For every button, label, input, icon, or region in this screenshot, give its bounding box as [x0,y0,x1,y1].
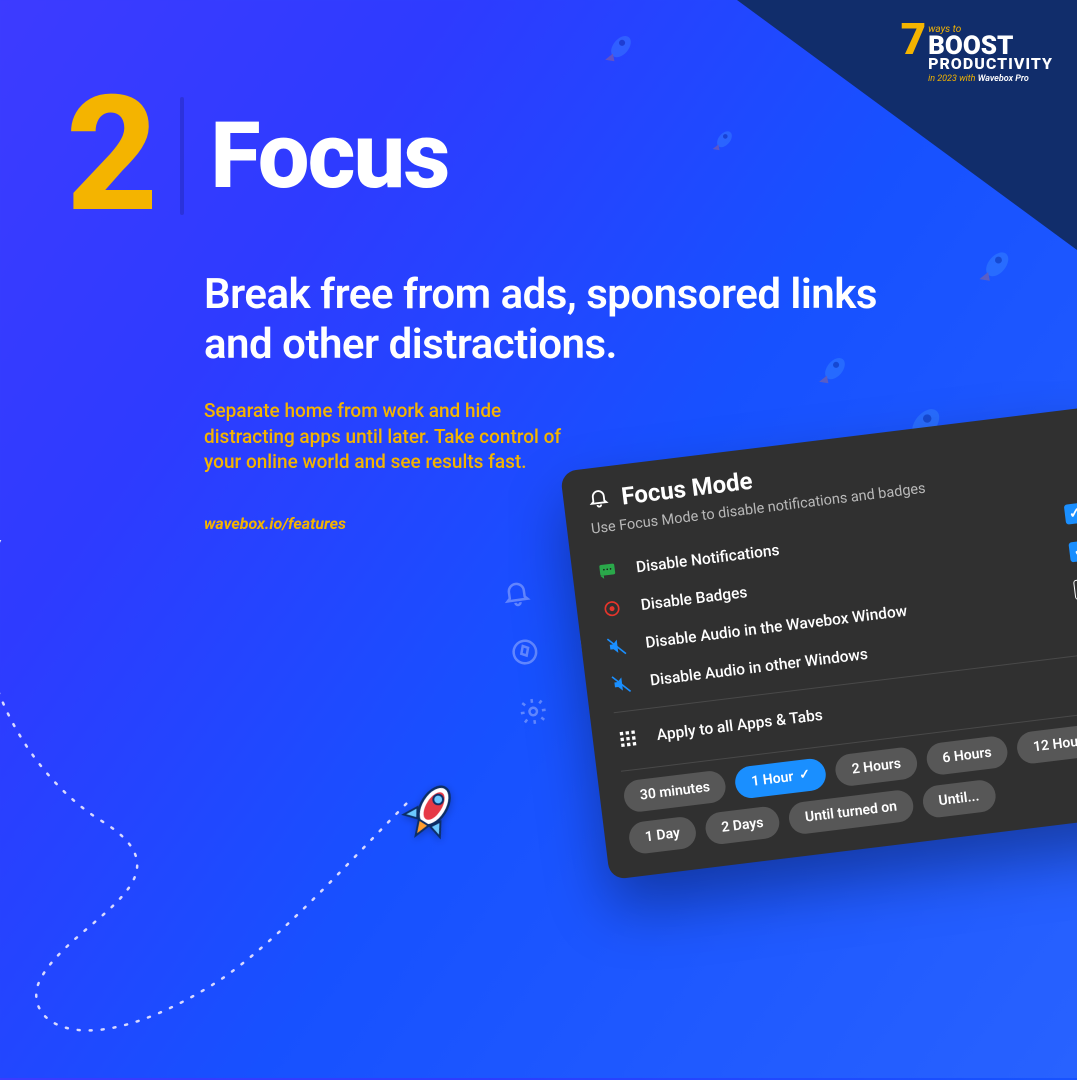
duration-chip[interactable]: 1 Day [627,815,697,855]
duration-chip[interactable]: 12 Hours [1015,722,1077,765]
duration-chip[interactable]: Until... [921,778,997,819]
page-description: Separate home from work and hide distrac… [204,398,574,475]
step-number: 2 [66,88,152,224]
target-icon [600,596,625,621]
header-divider [180,97,184,215]
checkbox[interactable] [1068,540,1077,562]
checkbox[interactable] [1073,578,1077,600]
bell-icon [485,561,548,624]
grid-icon [616,726,641,751]
duration-chip[interactable]: Until turned on [787,788,914,835]
checkbox[interactable] [1064,502,1077,524]
rocket-icon [815,353,852,390]
rocket-icon [601,31,638,68]
duration-chip[interactable]: 30 minutes [622,769,727,813]
rocket-flight-path [0,540,440,1080]
chat-icon [595,559,620,584]
rocket-main-icon [396,776,466,846]
bell-icon [586,485,611,513]
page-title: Focus [210,103,448,210]
header: 2 Focus [66,88,448,224]
duration-chip[interactable]: 2 Days [704,805,782,846]
badge-seven: 7 [901,22,925,57]
features-link[interactable]: wavebox.io/features [204,514,346,533]
compass-icon [493,620,556,683]
badge-tagline: in 2023 with Wavebox Pro [928,74,1053,84]
audio-mute-icon [604,634,629,659]
duration-chip[interactable]: 2 Hours [834,746,919,788]
rocket-icon [974,246,1015,287]
boost-productivity-badge: 7 ways to BOOST PRODUCTIVITY in 2023 wit… [901,22,1053,84]
duration-chip[interactable]: 6 Hours [925,735,1010,777]
focus-mode-panel: Focus Mode Use Focus Mode to disable not… [560,406,1077,880]
gear-icon [502,680,565,743]
badge-productivity: PRODUCTIVITY [928,56,1053,72]
duration-chip[interactable]: 1 Hour [734,757,828,800]
audio-mute-icon [609,672,634,697]
rocket-icon [709,127,737,155]
